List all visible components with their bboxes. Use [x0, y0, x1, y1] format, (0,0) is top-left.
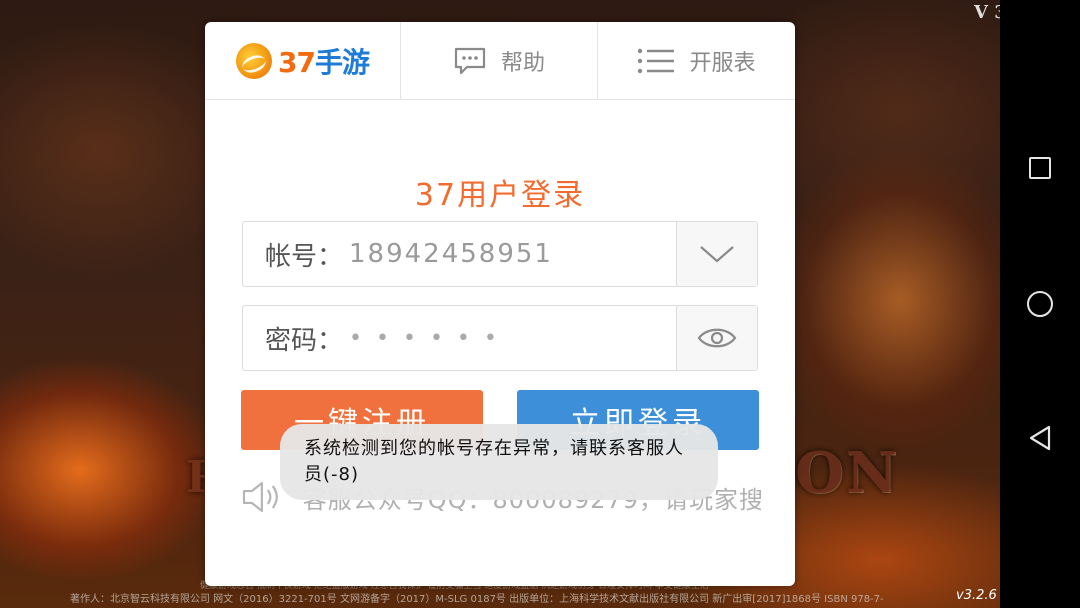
server-list-label: 开服表 [689, 50, 756, 76]
brand-text: 手游 [314, 45, 370, 79]
account-field[interactable]: 帐号： 18942458951 [242, 221, 758, 287]
chat-bubble-icon [454, 47, 486, 74]
chevron-down-icon [700, 246, 734, 263]
recent-apps-button[interactable] [1024, 152, 1056, 184]
android-nav-bar [1000, 0, 1080, 608]
triangle-back-icon [1029, 425, 1051, 451]
eye-icon [697, 328, 737, 348]
home-button[interactable] [1024, 288, 1056, 320]
back-button[interactable] [1024, 422, 1056, 454]
error-toast: 系统检测到您的帐号存在异常，请联系客服人员(-8) [280, 424, 718, 500]
brand-logo[interactable]: 37手游 [205, 22, 401, 99]
help-tab[interactable]: 帮助 [401, 22, 598, 99]
login-panel: 37手游 帮助 开服表 37用户登录 帐号： 18942458951 密码： •… [205, 22, 795, 586]
copyright-footer: 著作人：北京智云科技有限公司 网文（2016）3221-701号 文网游备字（2… [70, 594, 884, 605]
speaker-icon [242, 481, 278, 513]
version-label-bottom: v3.2.6 [956, 588, 997, 603]
brand-logo-icon [236, 42, 272, 79]
account-dropdown-button[interactable] [676, 222, 757, 286]
password-field[interactable]: 密码： •••••• [242, 305, 758, 371]
panel-header: 37手游 帮助 开服表 [205, 22, 795, 100]
square-icon [1029, 157, 1051, 179]
login-title: 37用户登录 [414, 178, 586, 213]
list-icon [638, 48, 675, 73]
show-password-button[interactable] [676, 306, 757, 370]
password-label: 密码： [265, 325, 344, 356]
account-input[interactable]: 18942458951 [349, 239, 676, 269]
server-list-tab[interactable]: 开服表 [598, 22, 795, 99]
brand-number: 37 [278, 45, 316, 79]
circle-icon [1027, 291, 1053, 317]
brand-name: 37手游 [278, 41, 370, 81]
account-label: 帐号： [265, 241, 344, 272]
game-logo: ON [795, 440, 899, 506]
password-input[interactable]: •••••• [349, 326, 676, 351]
help-label: 帮助 [500, 50, 545, 76]
